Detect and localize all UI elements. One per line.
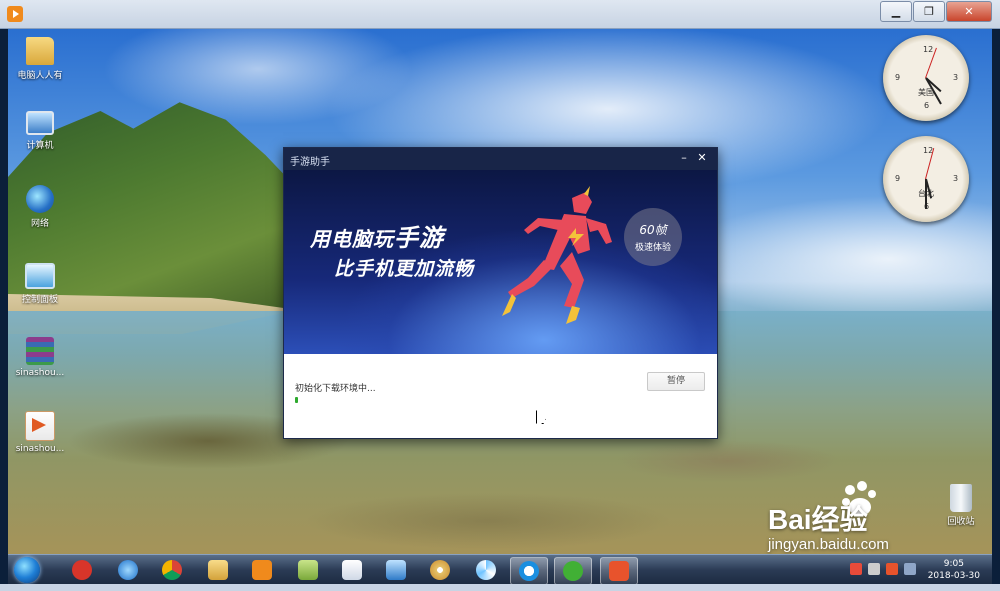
tray-arrow-icon[interactable] <box>868 563 880 575</box>
jiang-app-icon[interactable] <box>64 557 100 583</box>
desktop-icon-label: 网络 <box>30 219 49 229</box>
winrar-archive-icon <box>26 337 54 365</box>
pinwheel-app-icon[interactable] <box>468 557 504 583</box>
game-assistant-icon[interactable] <box>600 557 638 585</box>
computer-icon <box>26 111 54 135</box>
desktop-icon-label: sinashou... <box>15 368 65 378</box>
banner-headline-emphasis: 手游 <box>394 224 444 252</box>
clock-gadget-taipei[interactable]: 12 3 6 9 台北 <box>883 136 969 222</box>
tray-clock[interactable]: 9:05 2018-03-30 <box>928 558 980 582</box>
start-orb-icon[interactable] <box>14 557 40 583</box>
close-button[interactable]: ✕ <box>946 1 992 22</box>
dialog-titlebar: 手游助手 – ✕ <box>284 148 717 170</box>
taskbar: 9:05 2018-03-30 <box>8 554 992 585</box>
remote-desktop-icon[interactable] <box>378 557 414 583</box>
download-progress-bar <box>295 397 298 403</box>
tray-network-icon[interactable] <box>904 563 916 575</box>
window-titlebar: ▁ ❐ ✕ <box>0 0 1000 29</box>
watermark-url: jingyan.baidu.com <box>768 536 889 553</box>
chrome-icon[interactable] <box>154 557 190 583</box>
browser-app-icon[interactable] <box>510 557 548 585</box>
mouse-cursor-icon <box>536 410 546 424</box>
recycle-bin-icon <box>950 484 972 512</box>
wechat-icon[interactable] <box>554 557 592 585</box>
tray-time: 9:05 <box>943 559 964 569</box>
media-player-icon[interactable] <box>244 557 280 583</box>
desktop-icon-installer[interactable]: sinashou... <box>8 411 72 454</box>
badge-caption: 极速体验 <box>634 243 671 253</box>
fps-badge: 60帧 极速体验 <box>624 208 682 266</box>
video-player-icon[interactable] <box>7 6 23 22</box>
dialog-close-button[interactable]: ✕ <box>695 151 709 165</box>
clock-numeral: 9 <box>895 174 901 183</box>
clock-gadget-usa[interactable]: 12 3 6 9 美国 <box>883 35 969 121</box>
banner-headline-part: 用电脑玩 <box>310 227 394 251</box>
watermark-brand: Bai经验 <box>768 504 868 535</box>
desktop-icon-rar[interactable]: sinashou... <box>8 337 72 378</box>
clock-numeral: 3 <box>953 174 959 183</box>
desktop-icon-network[interactable]: 网络 <box>8 185 72 229</box>
dialog-title: 手游助手 <box>290 157 330 168</box>
window-controls: ▁ ❐ ✕ <box>880 1 992 22</box>
internet-explorer-icon[interactable] <box>110 557 146 583</box>
maximize-button[interactable]: ❐ <box>913 1 945 22</box>
banner-headline: 用电脑玩手游 <box>310 218 444 253</box>
desktop-icon-recycle-bin[interactable]: 回收站 <box>938 484 984 527</box>
status-text: 初始化下载环境中... <box>295 384 376 394</box>
document-icon[interactable] <box>334 557 370 583</box>
promo-banner: 用电脑玩手游 比手机更加流畅 60帧 极速体验 <box>284 170 717 354</box>
file-explorer-icon[interactable] <box>200 557 236 583</box>
folder-icon[interactable] <box>290 557 326 583</box>
desktop-icon-label: 电脑人人有 <box>17 71 63 81</box>
tray-app-icon[interactable] <box>850 563 862 575</box>
desktop-icon-computer[interactable]: 计算机 <box>8 111 72 151</box>
clock-numeral: 6 <box>924 101 930 110</box>
desktop-icon-user-folder[interactable]: 电脑人人有 <box>8 37 72 81</box>
network-globe-icon <box>26 185 54 213</box>
desktop-icon-control-panel[interactable]: 控制面板 <box>8 263 72 305</box>
minimize-button[interactable]: ▁ <box>880 1 912 22</box>
installer-package-icon <box>25 411 55 441</box>
clock-label: 台北 <box>918 189 934 198</box>
tray-game-icon[interactable] <box>886 563 898 575</box>
desktop-icon-label: sinashou... <box>15 444 65 454</box>
desktop-icon-label: 控制面板 <box>21 295 58 305</box>
pause-button[interactable]: 暂停 <box>647 372 705 391</box>
paint-icon[interactable] <box>422 557 458 583</box>
desktop-icon-label: 回收站 <box>947 517 975 527</box>
banner-subheadline: 比手机更加流畅 <box>334 258 475 280</box>
window-bottom-frame <box>0 584 1000 591</box>
clock-label: 美国 <box>918 88 934 97</box>
game-assistant-dialog: 手游助手 – ✕ 用电脑玩手游 比手机更加流畅 60帧 极速体验 初始化下载环境… <box>283 147 718 439</box>
clock-numeral: 3 <box>953 73 959 82</box>
control-panel-icon <box>25 263 55 289</box>
running-hero-icon <box>502 186 612 324</box>
folder-user-icon <box>26 37 54 65</box>
clock-numeral: 12 <box>923 45 934 54</box>
tray-date: 2018-03-30 <box>927 571 980 581</box>
dialog-minimize-button[interactable]: – <box>677 151 691 165</box>
desktop-icon-label: 计算机 <box>26 141 54 151</box>
clock-numeral: 9 <box>895 73 901 82</box>
badge-fps: 60帧 <box>639 223 667 237</box>
